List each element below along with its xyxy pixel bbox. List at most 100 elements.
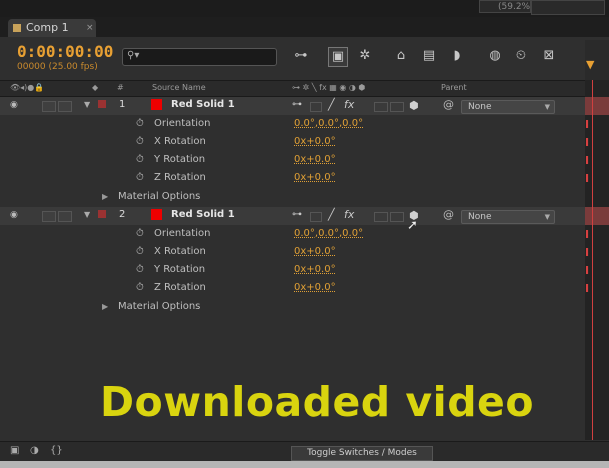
property-value[interactable]: 0x+0.0° (294, 246, 336, 257)
av-features-icons: 👁◂)●🔒 (10, 83, 45, 92)
current-time-display[interactable]: 0:00:00:00 (17, 42, 113, 61)
in-out-icon[interactable]: {} (50, 445, 63, 456)
layer-name[interactable]: Red Solid 1 (171, 209, 235, 220)
watermark-text: Downloaded video (100, 378, 535, 426)
zoom-readout[interactable]: (59.2%) (479, 0, 534, 13)
timeline-ruler[interactable]: ▼ (585, 40, 609, 80)
label-color-swatch[interactable] (98, 210, 106, 218)
property-name: X Rotation (154, 246, 206, 257)
shy-switch-icon[interactable]: ⊶ (292, 209, 302, 220)
source-name-column-header[interactable]: Source Name (152, 83, 206, 92)
stopwatch-icon[interactable]: ⏱ (136, 118, 144, 129)
expand-triangle-icon[interactable]: ▶ (102, 302, 108, 311)
keyframe-icon[interactable]: I (585, 154, 591, 167)
expand-triangle-icon[interactable]: ▼ (84, 210, 90, 219)
keyframe-icon[interactable]: I (585, 264, 591, 277)
audio-toggle[interactable] (42, 211, 56, 222)
work-area-marker-icon[interactable]: ▼ (586, 58, 594, 71)
property-name: Y Rotation (154, 154, 206, 165)
property-row: ⏱ Z Rotation 0x+0.0° (0, 280, 585, 298)
property-value[interactable]: 0x+0.0° (294, 282, 336, 293)
layer-name[interactable]: Red Solid 1 (171, 99, 235, 110)
keyframe-icon[interactable]: I (585, 118, 591, 131)
top-right-control[interactable] (531, 0, 605, 15)
keyframe-icon[interactable]: I (585, 246, 591, 259)
eye-icon[interactable]: ◉ (10, 100, 22, 110)
frame-blending-icon[interactable]: ▤ (420, 47, 438, 65)
parent-column-header[interactable]: Parent (441, 83, 467, 92)
property-name: Z Rotation (154, 282, 206, 293)
eye-icon[interactable]: ◉ (10, 210, 22, 220)
playhead[interactable] (592, 80, 593, 440)
expand-triangle-icon[interactable]: ▼ (84, 100, 90, 109)
layer-duration-bar[interactable] (585, 207, 609, 225)
timeline-track-area[interactable]: I I I I I I I I (585, 80, 609, 440)
property-value[interactable]: 0.0°,0.0°,0.0° (294, 228, 363, 239)
stopwatch-icon[interactable]: ⏱ (136, 264, 144, 275)
pick-whip-icon[interactable]: @ (443, 98, 454, 111)
motion-blur-icon[interactable]: ◗ (448, 47, 466, 65)
bottom-bar: ▣ ◑ {} Toggle Switches / Modes (0, 441, 609, 462)
stopwatch-icon[interactable]: ⏱ (136, 282, 144, 293)
comp-switch-icon[interactable]: ▣ (328, 47, 348, 67)
property-value[interactable]: 0x+0.0° (294, 136, 336, 147)
keyframe-icon[interactable]: I (585, 172, 591, 185)
effects-switch-icon[interactable]: fx (344, 208, 354, 221)
stopwatch-icon[interactable]: ⏱ (136, 246, 144, 257)
effects-switch-icon[interactable]: fx (344, 98, 354, 111)
quality-switch-icon[interactable]: ╱ (328, 208, 335, 221)
keyframe-icon[interactable]: I (585, 136, 591, 149)
stopwatch-icon[interactable]: ⏱ (136, 172, 144, 183)
property-value[interactable]: 0x+0.0° (294, 172, 336, 183)
solid-color-icon (151, 99, 162, 110)
search-icon: ⚲▾ (127, 50, 140, 61)
toggle-switches-modes-button[interactable]: Toggle Switches / Modes (291, 446, 433, 461)
solo-toggle[interactable] (58, 211, 72, 222)
solo-toggle[interactable] (58, 101, 72, 112)
property-value[interactable]: 0x+0.0° (294, 264, 336, 275)
keyframe-icon[interactable]: I (585, 282, 591, 295)
property-group-row[interactable]: ▶ Material Options (0, 189, 585, 207)
stopwatch-icon[interactable]: ⏱ (136, 228, 144, 239)
label-color-swatch[interactable] (98, 100, 106, 108)
3d-layer-icon[interactable]: ⬢ (409, 99, 419, 112)
stopwatch-icon[interactable]: ⏱ (136, 154, 144, 165)
property-value[interactable]: 0.0°,0.0°,0.0° (294, 118, 363, 129)
transfer-controls-icon[interactable]: ◑ (30, 445, 39, 456)
shy-layers-icon[interactable]: ⌂ (392, 47, 410, 65)
close-icon[interactable]: × (86, 19, 94, 37)
motion-blur-switch[interactable] (390, 212, 404, 222)
audio-toggle[interactable] (42, 101, 56, 112)
mini-flowchart-icon[interactable]: ⊶ (292, 47, 310, 65)
layer-row[interactable]: ◉ ▼ 1 Red Solid 1 ⊶ ╱ fx ⬢ @ None ▼ (0, 97, 585, 115)
pick-whip-icon[interactable]: @ (443, 208, 454, 221)
parent-dropdown[interactable]: None ▼ (461, 210, 555, 224)
layer-number: 1 (119, 99, 126, 110)
parent-value: None (468, 102, 492, 112)
keyframe-icon[interactable]: I (585, 228, 591, 241)
collapse-switch[interactable] (310, 102, 322, 112)
collapse-switch[interactable] (310, 212, 322, 222)
layer-duration-bar[interactable] (585, 97, 609, 115)
quality-switch-icon[interactable]: ╱ (328, 98, 335, 111)
layer-switches-icon[interactable]: ▣ (10, 445, 19, 456)
draft-3d-icon[interactable]: ✲ (356, 47, 374, 65)
layer-row[interactable]: ◉ ▼ 2 Red Solid 1 ⊶ ╱ fx ⬢ @ None ▼ (0, 207, 585, 225)
tab-comp-1[interactable]: Comp 1 × (8, 19, 96, 37)
property-name: X Rotation (154, 136, 206, 147)
property-value[interactable]: 0x+0.0° (294, 154, 336, 165)
motion-blur-switch[interactable] (390, 102, 404, 112)
graph-editor-icon[interactable]: ⊠ (540, 47, 558, 65)
stopwatch-icon[interactable]: ⏱ (136, 136, 144, 147)
search-input[interactable]: ⚲▾ (122, 48, 277, 66)
auto-keyframe-icon[interactable]: ⏲ (512, 47, 530, 65)
expand-triangle-icon[interactable]: ▶ (102, 192, 108, 201)
shy-switch-icon[interactable]: ⊶ (292, 99, 302, 110)
parent-dropdown[interactable]: None ▼ (461, 100, 555, 114)
frame-rate-readout: 00000 (25.00 fps) (17, 62, 98, 72)
number-column-header[interactable]: # (117, 83, 124, 92)
brainstorm-icon[interactable]: ◍ (486, 47, 504, 65)
property-group-row[interactable]: ▶ Material Options (0, 299, 585, 317)
frame-blend-switch[interactable] (374, 212, 388, 222)
frame-blend-switch[interactable] (374, 102, 388, 112)
